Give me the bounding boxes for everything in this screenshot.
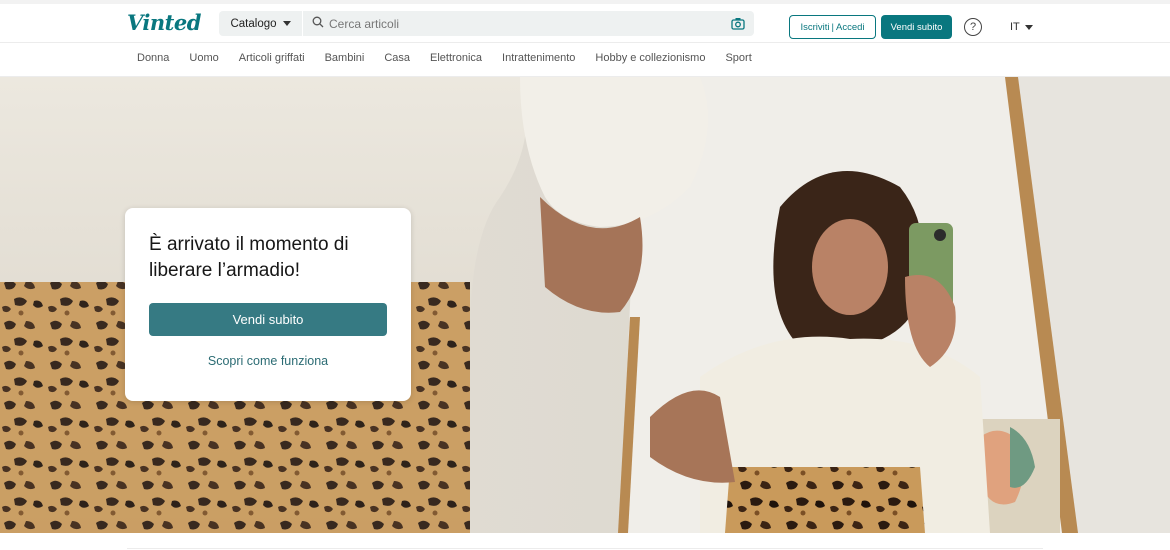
catalog-label: Catalogo [230,17,277,30]
search-bar: Catalogo [219,11,754,36]
divider [127,548,1043,549]
nav-item-intrattenimento[interactable]: Intrattenimento [502,52,575,64]
language-selector[interactable]: IT [1010,21,1033,33]
nav-item-bambini[interactable]: Bambini [325,52,365,64]
chevron-down-icon [1024,24,1033,30]
vinted-logo[interactable]: Vinted [127,10,201,35]
site-header: Vinted Catalogo Iscriviti | Accedi Vendi… [0,4,1170,43]
camera-icon[interactable] [731,17,745,35]
nav-item-uomo[interactable]: Uomo [189,52,218,64]
how-it-works-link[interactable]: Scopri come funziona [149,354,387,368]
search-field [303,11,754,36]
signup-label[interactable]: Iscriviti [800,22,829,33]
sell-now-button[interactable]: Vendi subito [881,15,952,39]
language-label: IT [1010,21,1020,33]
nav-item-hobby[interactable]: Hobby e collezionismo [595,52,705,64]
nav-item-sport[interactable]: Sport [725,52,751,64]
search-icon [312,15,324,33]
help-icon[interactable]: ? [964,18,982,36]
hero-card: È arrivato il momento di liberare l’arma… [125,208,411,401]
search-input[interactable] [329,16,709,31]
hero-banner: È arrivato il momento di liberare l’arma… [0,77,1170,533]
nav-item-articoli-griffati[interactable]: Articoli griffati [239,52,305,64]
nav-item-elettronica[interactable]: Elettronica [430,52,482,64]
chevron-down-icon [282,21,291,26]
hero-sell-now-button[interactable]: Vendi subito [149,303,387,336]
catalog-dropdown[interactable]: Catalogo [219,11,303,36]
signup-login-button[interactable]: Iscriviti | Accedi [789,15,876,39]
login-label[interactable]: Accedi [836,22,865,33]
hero-headline: È arrivato il momento di liberare l’arma… [149,234,349,281]
nav-item-donna[interactable]: Donna [137,52,169,64]
nav-item-casa[interactable]: Casa [384,52,410,64]
category-nav: Donna Uomo Articoli griffati Bambini Cas… [0,43,1170,77]
